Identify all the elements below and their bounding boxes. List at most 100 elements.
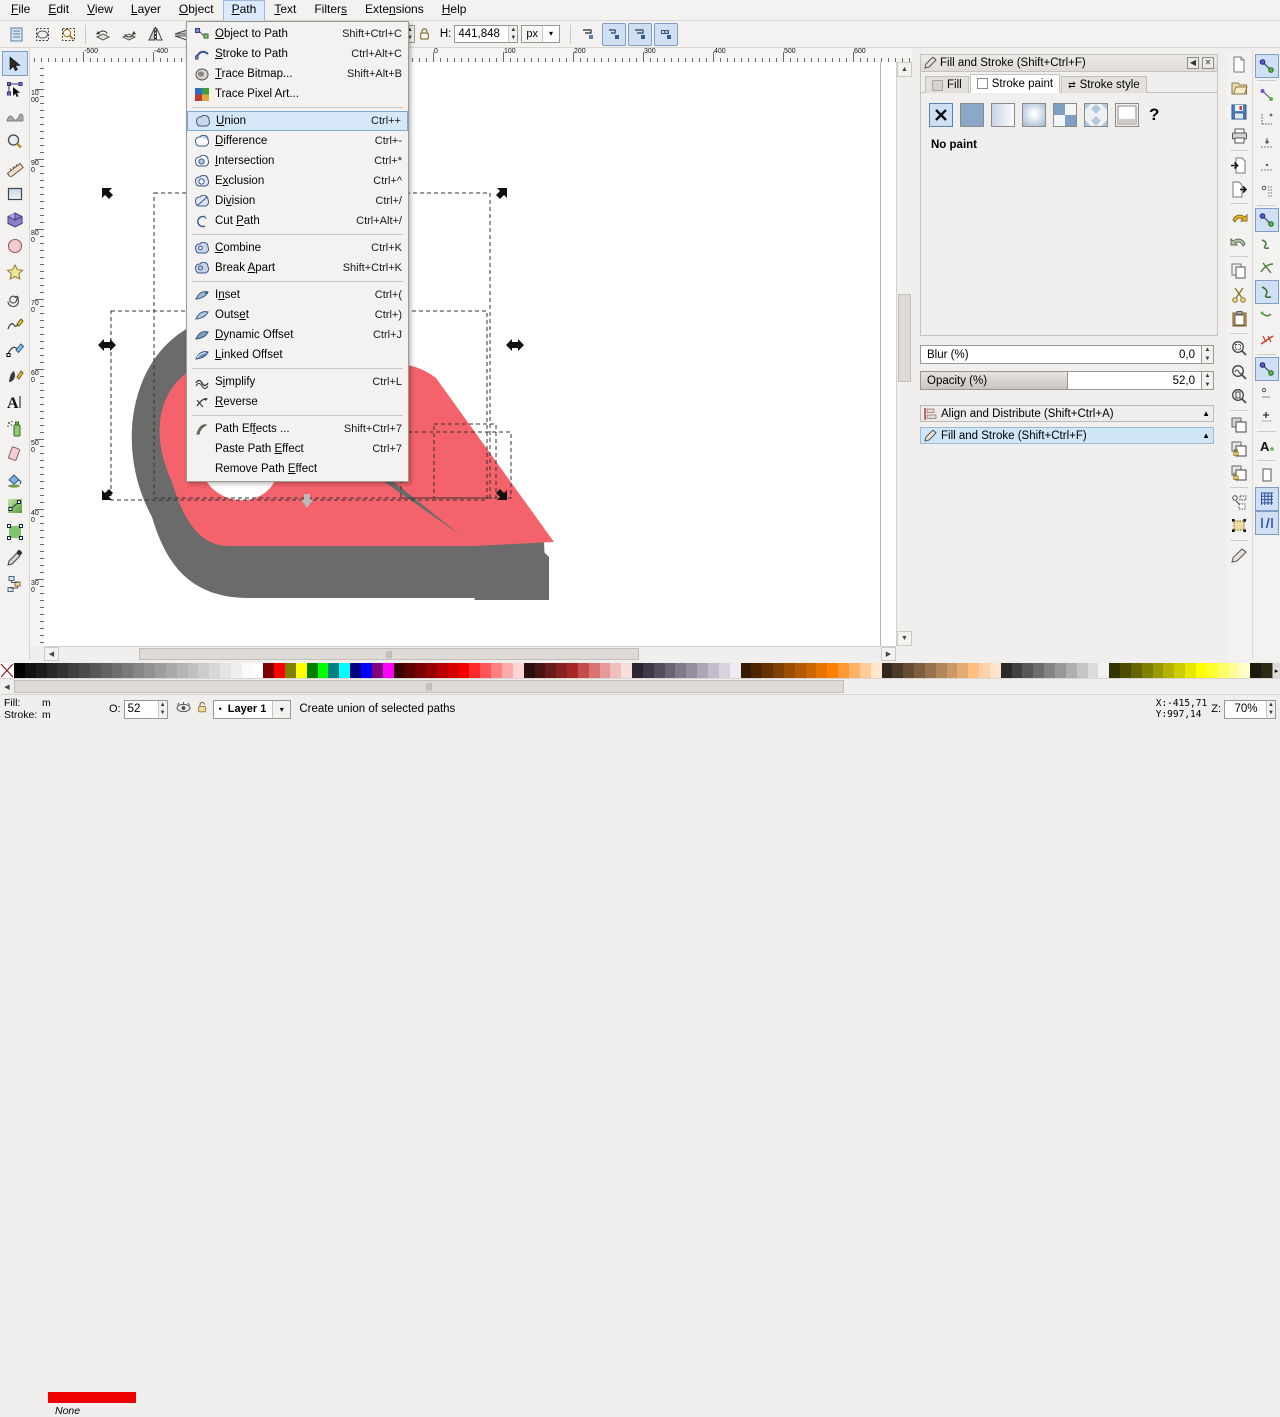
palette-swatch[interactable] (870, 663, 882, 678)
rotate-cw-button[interactable] (117, 23, 141, 46)
palette-swatch[interactable] (111, 663, 123, 678)
palette-swatch[interactable] (57, 663, 69, 678)
palette-swatch[interactable] (924, 663, 936, 678)
palette-swatch[interactable] (317, 663, 329, 678)
menu-view[interactable]: View (78, 0, 122, 20)
palette-swatch[interactable] (1044, 663, 1055, 678)
snap-bbox-edge-button[interactable] (1255, 107, 1279, 131)
rotate-ccw-button[interactable] (91, 23, 115, 46)
palette-swatch[interactable] (14, 663, 25, 678)
palette-swatch[interactable] (1250, 663, 1262, 678)
palette-swatch[interactable] (252, 663, 264, 678)
scroll-down-arrow[interactable]: ▼ (897, 631, 912, 646)
palette-swatch[interactable] (935, 663, 947, 678)
menu-item-trace-bitmap[interactable]: Trace Bitmap... Shift+Alt+B (187, 64, 408, 84)
menu-item-stroke-to-path[interactable]: Stroke to Path Ctrl+Alt+C (187, 44, 408, 64)
menu-text[interactable]: Text (265, 0, 305, 20)
palette-swatch[interactable] (783, 663, 795, 678)
palette-swatch[interactable] (653, 663, 665, 678)
dropper-tool[interactable] (2, 545, 28, 570)
artwork[interactable] (44, 62, 912, 646)
palette-swatch[interactable] (220, 663, 231, 678)
opacity-control[interactable]: O: ▲▼ (109, 699, 168, 719)
vertical-ruler[interactable]: 1000 900 800 700 600 500 400 300 (30, 62, 45, 646)
palette-swatch[interactable] (165, 663, 177, 678)
palette-swatch[interactable] (187, 663, 199, 678)
palette-swatch[interactable] (642, 663, 654, 678)
close-icon[interactable]: ✕ (1202, 57, 1214, 69)
menu-filters[interactable]: Filters (305, 0, 356, 20)
palette-swatch[interactable] (241, 663, 253, 678)
ungroup-button[interactable] (1227, 461, 1251, 485)
palette-swatch[interactable] (68, 663, 80, 678)
snap-bounding-box-button[interactable] (1255, 83, 1279, 107)
palette-swatch[interactable] (371, 663, 383, 678)
duplicate-button[interactable] (1227, 413, 1251, 437)
palette-swatch[interactable] (122, 663, 134, 678)
palette-swatch[interactable] (46, 663, 58, 678)
palette-swatch[interactable] (1228, 663, 1240, 678)
swatch-button[interactable] (1084, 103, 1108, 127)
snap-guide-button[interactable] (1254, 511, 1279, 535)
snap-enable-button[interactable] (1254, 54, 1279, 78)
pencil-tool[interactable] (2, 311, 28, 336)
radial-gradient-button[interactable] (1022, 103, 1046, 127)
fill-color-swatch[interactable] (48, 1392, 136, 1406)
mesh-gradient-tool[interactable] (2, 519, 28, 544)
snap-rotation-center-button[interactable] (1255, 405, 1279, 429)
lock-ratio-icon[interactable] (416, 23, 434, 46)
canvas[interactable] (44, 62, 912, 646)
palette-swatch[interactable] (285, 663, 296, 678)
palette-swatch[interactable] (1109, 663, 1121, 678)
palette-swatch[interactable] (393, 663, 405, 678)
objects-button[interactable] (1227, 514, 1251, 538)
palette-scroll-right[interactable]: ▸ (1272, 663, 1280, 678)
palette-swatch[interactable] (350, 663, 361, 678)
palette-swatch[interactable] (989, 663, 1001, 678)
palette-swatch[interactable] (903, 663, 915, 678)
palette-swatch[interactable] (567, 663, 578, 678)
palette-swatch[interactable] (805, 663, 817, 678)
palette-swatch[interactable] (599, 663, 611, 678)
zoom-drawing-button[interactable] (1227, 360, 1251, 384)
color-palette[interactable]: ▸ (0, 663, 1280, 678)
palette-swatch[interactable] (415, 663, 427, 678)
node-tool[interactable] (2, 77, 28, 102)
fill-stroke-indicator[interactable]: Fill: m Stroke: m (0, 696, 105, 722)
fill-stroke-bar[interactable]: Fill and Stroke (Shift+Ctrl+F) ▲ (920, 427, 1214, 444)
palette-swatch[interactable] (762, 663, 774, 678)
deselect-button[interactable] (56, 23, 80, 46)
palette-swatch[interactable] (1087, 663, 1099, 678)
palette-swatch[interactable] (382, 663, 394, 678)
menu-item-division[interactable]: Division Ctrl+/ (187, 191, 408, 211)
palette-swatch[interactable] (230, 663, 242, 678)
palette-swatch[interactable] (263, 663, 275, 678)
gradient-tool[interactable] (2, 493, 28, 518)
cut-button[interactable] (1227, 283, 1251, 307)
palette-swatch[interactable] (436, 663, 448, 678)
selector-tool[interactable] (1, 51, 28, 76)
snap-bbox-center-button[interactable] (1255, 179, 1279, 203)
palette-swatch[interactable] (1152, 663, 1164, 678)
print-document-button[interactable] (1227, 124, 1251, 148)
spray-tool[interactable] (2, 415, 28, 440)
palette-swatch[interactable] (512, 663, 524, 678)
tweak-tool[interactable] (2, 103, 28, 128)
palette-swatch[interactable] (577, 663, 589, 678)
palette-swatch[interactable] (632, 663, 643, 678)
palette-swatch[interactable] (675, 663, 687, 678)
height-input[interactable] (455, 26, 509, 42)
palette-swatch[interactable] (469, 663, 481, 678)
ellipse-tool[interactable] (2, 233, 28, 258)
palette-swatch[interactable] (556, 663, 568, 678)
palette-swatch[interactable] (306, 663, 318, 678)
palette-swatch[interactable] (816, 663, 828, 678)
snap-text-baseline-button[interactable]: A (1255, 434, 1279, 458)
palette-swatch[interactable] (339, 663, 351, 678)
palette-swatch[interactable] (426, 663, 437, 678)
zoom-field[interactable]: ▲▼ (1224, 699, 1276, 719)
fill-stroke-button[interactable] (1227, 543, 1251, 567)
palette-swatch[interactable] (1120, 663, 1131, 678)
flip-horizontal-button[interactable] (143, 23, 167, 46)
palette-swatch[interactable] (133, 663, 145, 678)
